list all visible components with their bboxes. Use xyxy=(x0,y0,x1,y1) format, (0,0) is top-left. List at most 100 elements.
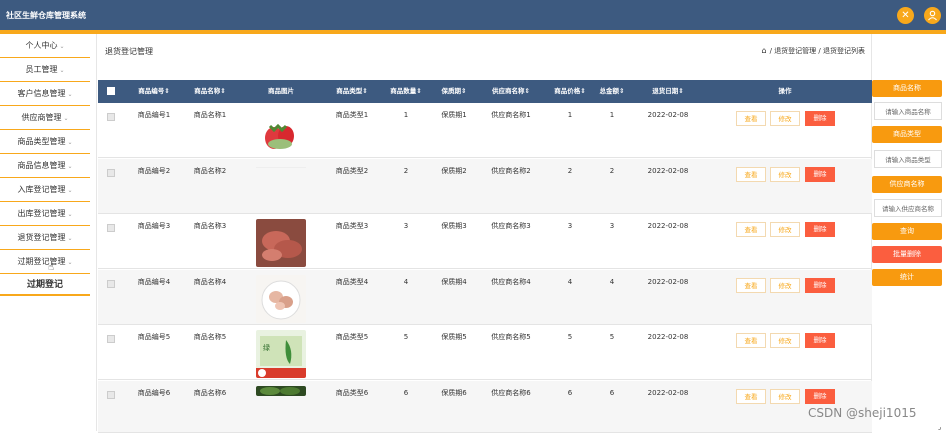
view-button[interactable]: 查看 xyxy=(736,166,766,182)
column-header-id[interactable]: 商品编号⇕ xyxy=(126,80,182,103)
product-image xyxy=(256,274,306,323)
edit-button[interactable]: 修改 xyxy=(770,222,800,237)
view-button[interactable]: 查看 xyxy=(736,111,766,126)
cell-shelf-life: 保质期4 xyxy=(441,277,467,286)
batch-delete-button[interactable]: 批量删除 xyxy=(872,246,942,263)
cell-price: 6 xyxy=(567,388,573,397)
table-row: 商品编号4 商品名称4 商品类型4 4 保质期4 供应商名称4 4 4 2022-02-08 查看… xyxy=(98,269,872,325)
view-button[interactable]: 查看 xyxy=(736,222,766,237)
column-header-name[interactable]: 商品名称⇕ xyxy=(184,80,236,103)
edit-button[interactable]: 修改 xyxy=(770,333,800,348)
home-icon[interactable]: ⌂ xyxy=(762,46,767,55)
watermark: CSDN @sheji1015 xyxy=(808,406,917,420)
sidebar: 个人中心 ⌄ 员工管理 ⌄ 客户信息管理 ⌄ 供应商管理 ⌄ 商品类型管理 ⌄ 商品信息管… xyxy=(0,34,91,431)
cell-product-name: 商品名称2 xyxy=(193,166,227,175)
cell-total: 2 xyxy=(609,166,615,175)
delete-button[interactable]: 删除 xyxy=(805,277,835,293)
row-checkbox[interactable] xyxy=(107,279,115,288)
resize-handle-icon[interactable]: ⌟ xyxy=(938,423,941,431)
column-header-type[interactable]: 商品类型⇕ xyxy=(324,80,380,103)
cell-product-id: 商品编号2 xyxy=(137,166,171,175)
cell-quantity: 4 xyxy=(403,277,409,286)
sidebar-subitem-expired-register[interactable]: 过期登记 xyxy=(0,274,90,296)
cell-shelf-life: 保质期2 xyxy=(441,166,467,175)
sidebar-item-products[interactable]: 商品信息管理 ⌄ xyxy=(0,154,90,178)
edit-button[interactable]: 修改 xyxy=(770,166,800,182)
edit-button[interactable]: 修改 xyxy=(770,277,800,293)
column-header-actions: 操作 xyxy=(778,87,792,95)
delete-button[interactable]: 删除 xyxy=(805,222,835,237)
cell-product-name: 商品名称4 xyxy=(193,277,227,286)
settings-icon[interactable]: ✕ xyxy=(897,7,914,24)
delete-button[interactable]: 删除 xyxy=(805,333,835,348)
cell-return-date: 2022-02-08 xyxy=(647,277,689,286)
table-row: 商品编号1 商品名称1 商品类型1 1 保质期1 供应商名称1 1 1 2022-02-08 查看… xyxy=(98,103,872,158)
filter-label-supplier: 供应商名称 xyxy=(872,176,942,193)
chevron-down-icon: ⌄ xyxy=(63,115,69,122)
cell-total: 1 xyxy=(609,111,615,119)
cell-product-id: 商品编号6 xyxy=(137,388,171,397)
sidebar-item-expired[interactable]: 过期登记管理 ⌄ xyxy=(0,250,90,274)
sidebar-item-customers[interactable]: 客户信息管理 ⌄ xyxy=(0,82,90,106)
edit-button[interactable]: 修改 xyxy=(770,111,800,126)
row-checkbox[interactable] xyxy=(107,390,115,399)
product-image-empty xyxy=(256,166,306,168)
cell-supplier: 供应商名称2 xyxy=(491,166,531,175)
cell-product-id: 商品编号3 xyxy=(137,222,171,230)
column-header-shelf-life[interactable]: 保质期⇕ xyxy=(432,80,476,103)
breadcrumb-level1[interactable]: 退货登记管理 xyxy=(774,47,816,55)
cell-product-name: 商品名称5 xyxy=(193,333,227,341)
row-checkbox[interactable] xyxy=(107,224,115,232)
product-name-input[interactable]: 请输入商品名称 xyxy=(874,102,942,120)
product-image xyxy=(256,219,306,267)
cell-price: 1 xyxy=(567,111,573,119)
sidebar-item-returns[interactable]: 退货登记管理 ⌄ xyxy=(0,226,90,250)
view-button[interactable]: 查看 xyxy=(736,277,766,293)
table-row: 商品编号2 商品名称2 商品类型2 2 保质期2 供应商名称2 2 2 2022-02-08 查看… xyxy=(98,158,872,214)
product-image xyxy=(256,108,306,156)
column-header-supplier[interactable]: 供应商名称⇕ xyxy=(478,80,544,103)
chevron-down-icon: ⌄ xyxy=(59,43,65,50)
filter-label-product-name: 商品名称 xyxy=(872,80,942,97)
sidebar-item-suppliers[interactable]: 供应商管理 ⌄ xyxy=(0,106,90,130)
sidebar-item-profile[interactable]: 个人中心 ⌄ xyxy=(0,34,90,58)
supplier-input[interactable]: 请输入供应商名称 xyxy=(874,199,942,217)
column-header-date[interactable]: 退货日期⇕ xyxy=(638,80,698,103)
cell-price: 4 xyxy=(567,277,573,286)
sidebar-item-staff[interactable]: 员工管理 ⌄ xyxy=(0,58,90,82)
cell-product-type: 商品类型2 xyxy=(335,166,369,175)
select-all-checkbox[interactable] xyxy=(107,87,115,95)
product-type-input[interactable]: 请输入商品类型 xyxy=(874,150,942,168)
cell-quantity: 5 xyxy=(403,333,409,341)
row-checkbox[interactable] xyxy=(107,168,115,177)
view-button[interactable]: 查看 xyxy=(736,388,766,404)
chevron-down-icon: ⌄ xyxy=(67,211,73,218)
cell-product-id: 商品编号4 xyxy=(137,277,171,286)
edit-button[interactable]: 修改 xyxy=(770,388,800,404)
delete-button[interactable]: 删除 xyxy=(805,388,835,404)
cell-product-id: 商品编号5 xyxy=(137,333,171,341)
delete-button[interactable]: 删除 xyxy=(805,111,835,126)
column-header-price[interactable]: 商品价格⇕ xyxy=(546,80,594,103)
chevron-down-icon: ⌄ xyxy=(67,91,73,98)
sidebar-item-product-types[interactable]: 商品类型管理 ⌄ xyxy=(0,130,90,154)
table-header: 商品编号⇕ 商品名称⇕ 商品图片 商品类型⇕ 商品数量⇕ 保质期⇕ 供应商名称⇕… xyxy=(98,80,872,103)
column-header-total[interactable]: 总金额⇕ xyxy=(592,80,632,103)
delete-button[interactable]: 删除 xyxy=(805,166,835,182)
table-row: 商品编号5 商品名称5 商品类型5 5 保质期5 供应商名称5 5 5 2022-02-08 绿 查… xyxy=(98,325,872,380)
sidebar-item-stock-out[interactable]: 出库登记管理 ⌄ xyxy=(0,202,90,226)
stats-button[interactable]: 统计 xyxy=(872,269,942,286)
row-checkbox[interactable] xyxy=(107,335,115,343)
search-button[interactable]: 查询 xyxy=(872,223,942,240)
cell-supplier: 供应商名称3 xyxy=(491,222,531,230)
user-icon[interactable] xyxy=(924,7,941,24)
product-image: 绿 xyxy=(256,330,306,378)
row-checkbox[interactable] xyxy=(107,113,115,121)
app-title: 社区生鲜仓库管理系统 xyxy=(6,11,86,20)
column-header-qty[interactable]: 商品数量⇕ xyxy=(382,80,430,103)
chevron-down-icon: ⌄ xyxy=(67,235,73,242)
view-button[interactable]: 查看 xyxy=(736,333,766,348)
cell-price: 3 xyxy=(567,222,573,230)
sidebar-item-stock-in[interactable]: 入库登记管理 ⌄ xyxy=(0,178,90,202)
cell-return-date: 2022-02-08 xyxy=(647,111,689,119)
